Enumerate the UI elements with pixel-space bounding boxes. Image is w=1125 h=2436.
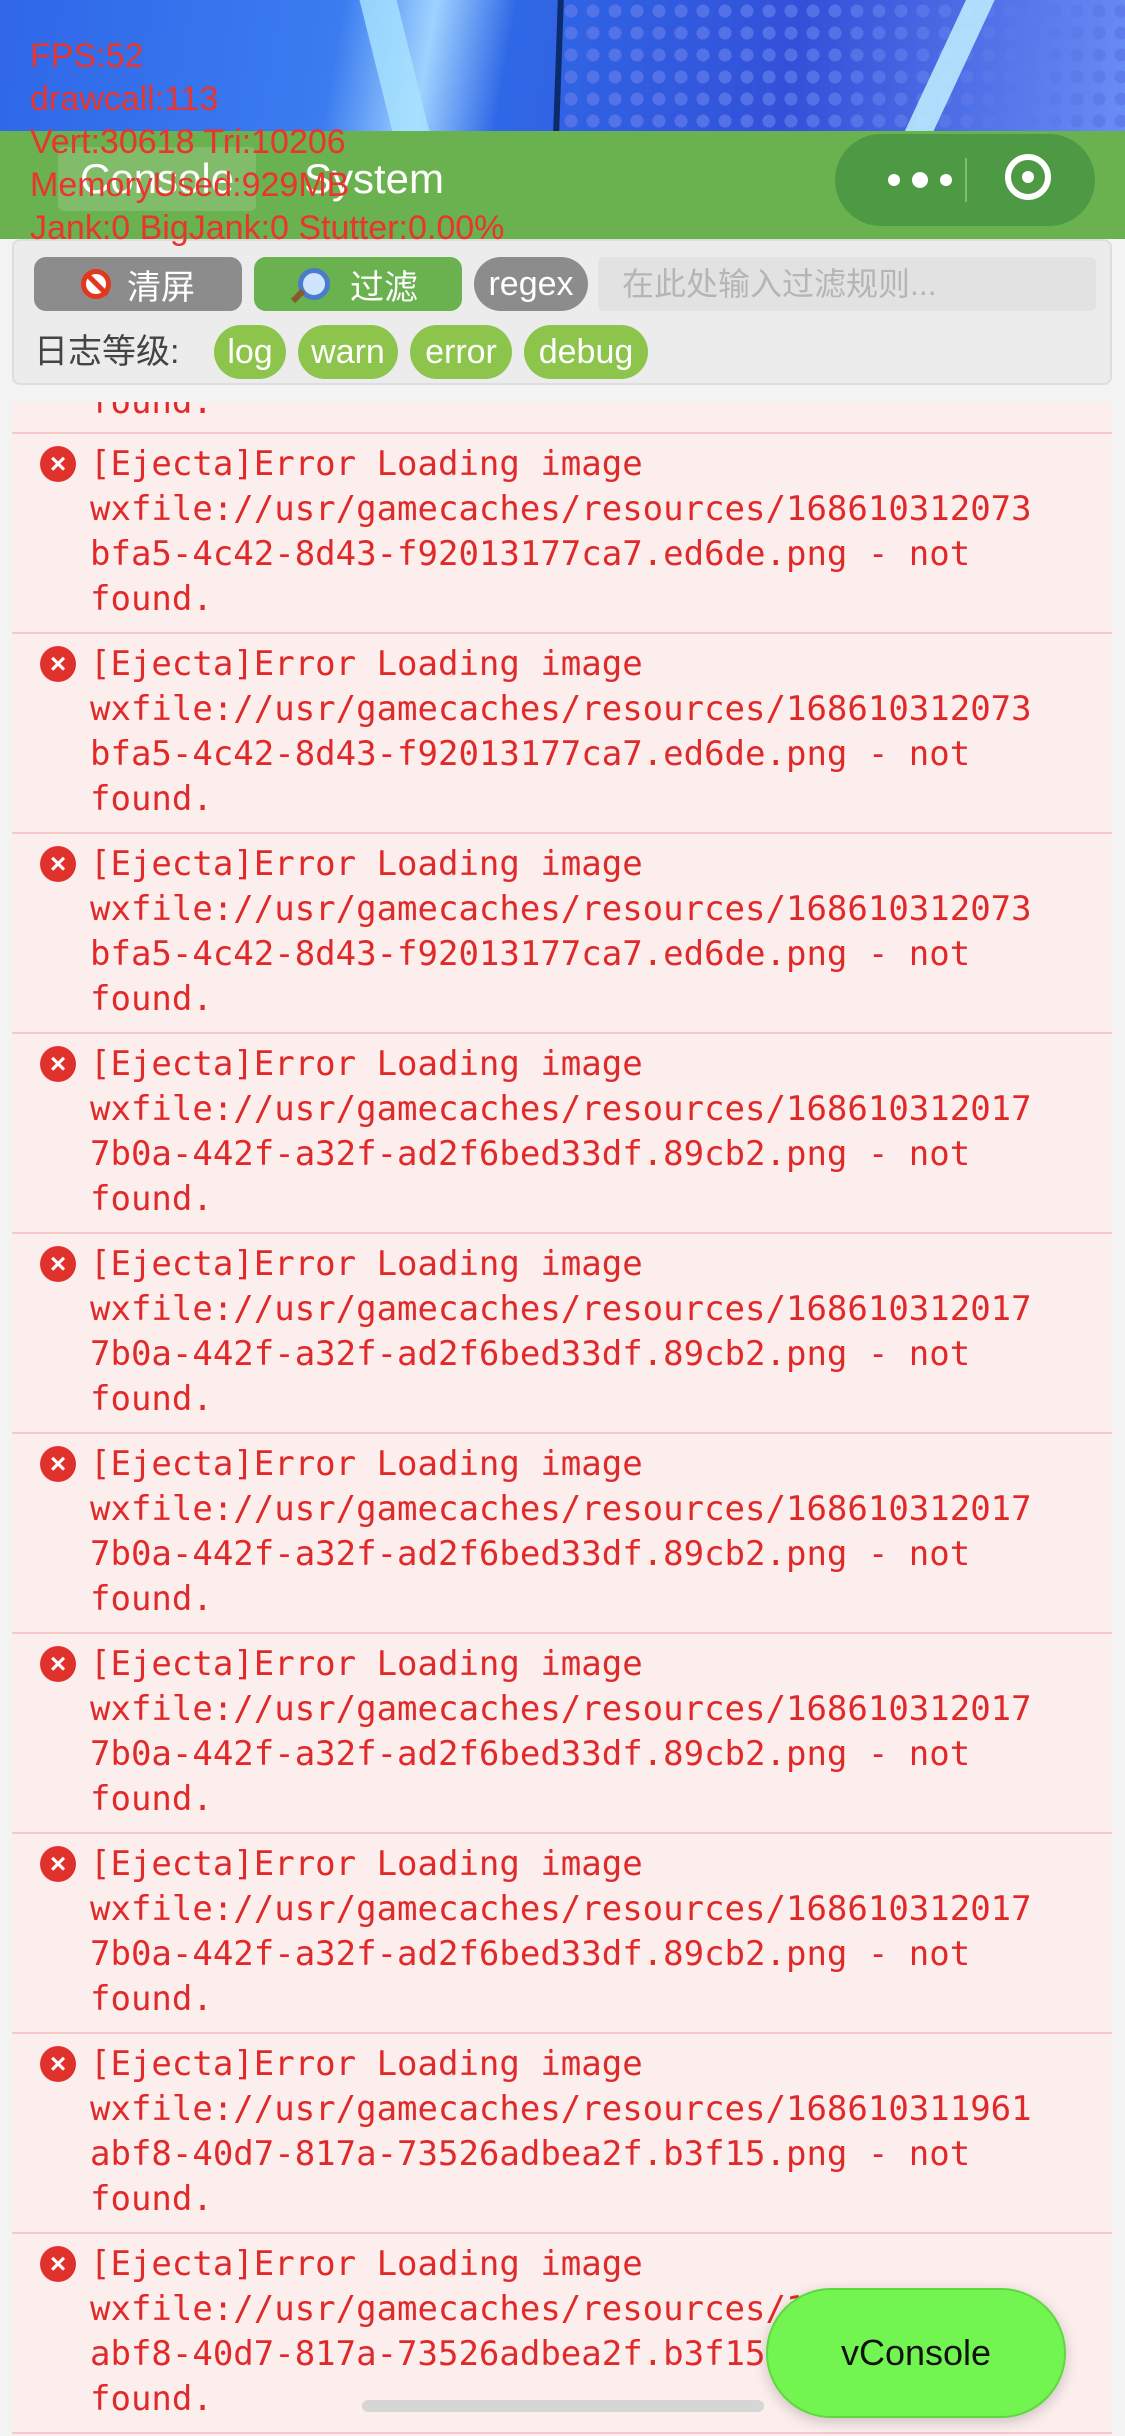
log-entry: × [Ejecta]Error Loading image wxfile://u…: [12, 1234, 1112, 1434]
clear-label: 清屏: [127, 268, 195, 307]
log-entry: × [Ejecta]Error Loading image wxfile://u…: [12, 434, 1112, 634]
magnifier-icon: [298, 268, 330, 300]
jank-readout: Jank:0 BigJank:0 Stutter:0.00%: [30, 209, 505, 247]
error-icon: ×: [40, 446, 76, 482]
log-entry: × [Ejecta]Error Loading image wxfile://u…: [12, 634, 1112, 834]
error-icon: ×: [40, 2046, 76, 2082]
fps-readout: FPS:52: [30, 37, 144, 75]
vertex-readout: Vert:30618 Tri:10206: [30, 123, 346, 161]
error-icon: ×: [40, 1846, 76, 1882]
drawcall-readout: drawcall:113: [30, 80, 219, 118]
level-error-button[interactable]: error: [410, 325, 512, 379]
log-message: [Ejecta]Error Loading image wxfile://usr…: [90, 2044, 1032, 2219]
log-message: [Ejecta]Error Loading image wxfile://usr…: [90, 1444, 1032, 1619]
error-icon: ×: [40, 646, 76, 682]
filter-button[interactable]: 过滤: [254, 257, 462, 311]
log-list[interactable]: found. × [Ejecta]Error Loading image wxf…: [12, 402, 1112, 2436]
more-menu-icon[interactable]: [875, 134, 965, 226]
log-entry: × [Ejecta]Error Loading image wxfile://u…: [12, 834, 1112, 1034]
log-entry: × [Ejecta]Error Loading image wxfile://u…: [12, 1834, 1112, 2034]
error-icon: ×: [40, 2246, 76, 2282]
error-icon: ×: [40, 846, 76, 882]
level-debug-button[interactable]: debug: [524, 325, 648, 379]
log-message: [Ejecta]Error Loading image wxfile://usr…: [90, 644, 1032, 819]
filter-toolbar: 清屏 过滤 regex 日志等级: log warn error debug: [12, 239, 1112, 385]
log-entry: × [Ejecta]Error Loading image wxfile://u…: [12, 1034, 1112, 1234]
log-entry: × [Ejecta]Error Loading image wxfile://u…: [12, 1434, 1112, 1634]
level-warn-button[interactable]: warn: [298, 325, 398, 379]
performance-stats: FPS:52 drawcall:113 Vert:30618 Tri:10206…: [30, 35, 504, 250]
error-icon: ×: [40, 1246, 76, 1282]
capsule-divider: [965, 158, 967, 202]
level-log-button[interactable]: log: [214, 325, 286, 379]
log-message: [Ejecta]Error Loading image wxfile://usr…: [90, 1844, 1032, 2019]
memory-readout: MemoryUsed:929MB: [30, 166, 350, 204]
log-message: [Ejecta]Error Loading image wxfile://usr…: [90, 844, 1032, 1019]
filter-input[interactable]: [598, 257, 1096, 311]
log-entry: × [Ejecta]Error Loading image wxfile://u…: [12, 2034, 1112, 2234]
partial-log-line: found.: [90, 402, 213, 422]
log-level-label: 日志等级:: [34, 333, 180, 371]
log-entry: × [Ejecta]Error Loading image wxfile://u…: [12, 1634, 1112, 1834]
vconsole-toggle-button[interactable]: vConsole: [766, 2288, 1066, 2418]
clear-button[interactable]: 清屏: [34, 257, 242, 311]
ban-icon: [81, 269, 111, 299]
home-indicator[interactable]: [362, 2400, 764, 2412]
regex-toggle[interactable]: regex: [474, 257, 588, 311]
error-icon: ×: [40, 1646, 76, 1682]
error-icon: ×: [40, 1446, 76, 1482]
log-message: [Ejecta]Error Loading image wxfile://usr…: [90, 1244, 1032, 1419]
error-icon: ×: [40, 1046, 76, 1082]
log-message: [Ejecta]Error Loading image wxfile://usr…: [90, 1644, 1032, 1819]
miniprogram-capsule: [835, 134, 1095, 226]
log-message: [Ejecta]Error Loading image wxfile://usr…: [90, 1044, 1032, 1219]
filter-label: 过滤: [350, 268, 418, 307]
close-target-icon[interactable]: [1005, 154, 1051, 200]
log-message: [Ejecta]Error Loading image wxfile://usr…: [90, 444, 1032, 619]
